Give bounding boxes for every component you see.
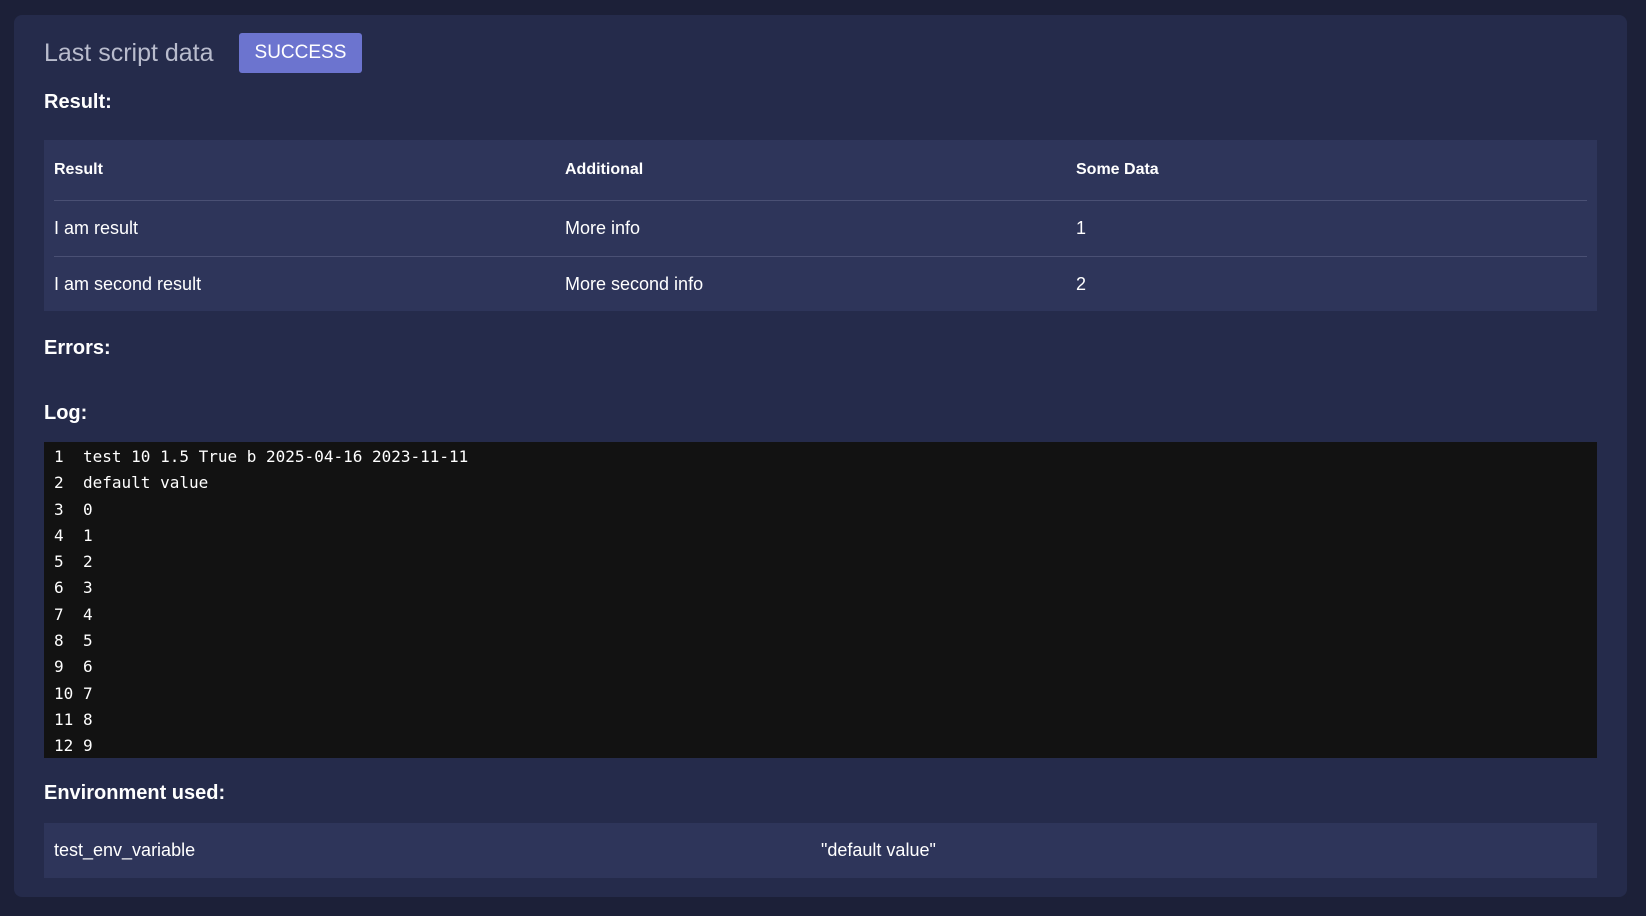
line-number: 10 [54,683,74,703]
line-number: 8 [54,631,64,651]
log-line: 30 [54,497,1587,523]
env-variable-value: "default value" [821,840,936,860]
line-number: 11 [54,709,74,729]
log-text: 6 [83,657,93,677]
log-line: 96 [54,654,1587,680]
log-text: 2 [83,552,93,572]
table-cell: More info [565,218,641,238]
script-data-card: Last script data SUCCESS Result: Result … [14,15,1627,897]
log-line: 10 7 [54,681,1587,707]
environment-table: test_env_variable "default value" [44,823,1597,878]
log-text: default value [83,473,209,493]
result-section-title: Result: [44,91,112,113]
log-line: 85 [54,628,1587,654]
table-cell: I am second result [54,274,202,294]
log-output: 1 test 10 1.5 True b 2025-04-16 2023-11-1… [44,442,1597,758]
column-header-some-data: Some Data [1076,161,1159,178]
log-line: 11 8 [54,707,1587,733]
log-text: 4 [83,604,93,624]
line-number: 2 [54,473,64,493]
result-table: Result Additional Some Data I am result … [44,140,1597,311]
line-number: 7 [54,604,64,624]
log-line: 74 [54,602,1587,628]
line-number: 9 [54,657,64,677]
log-text: 1 [83,525,93,545]
table-row: I am second result More second info 2 [54,257,1587,312]
table-header-row: Result Additional Some Data [54,140,1587,201]
log-text: 0 [83,499,93,519]
card-header: Last script data SUCCESS [44,33,1597,73]
table-row: I am result More info 1 [54,201,1587,257]
page-title: Last script data [44,38,214,67]
log-text: 7 [83,683,93,703]
log-text: 3 [83,578,93,598]
log-section-title: Log: [44,402,88,424]
line-number: 1 [54,447,64,466]
column-header-result: Result [54,161,103,178]
line-number: 5 [54,552,64,572]
log-text: 5 [83,631,93,651]
table-cell: More second info [565,274,704,294]
log-line: 52 [54,549,1587,575]
env-variable-name: test_env_variable [54,840,196,860]
line-number: 12 [54,736,74,756]
table-cell: 2 [1076,274,1087,294]
errors-section-title: Errors: [44,337,111,359]
log-line: 12 9 [54,733,1587,759]
log-text: test 10 1.5 True b 2025-04-16 2023-11-11 [83,447,469,466]
log-line: 63 [54,575,1587,601]
log-line: 2 default value [54,470,1587,496]
log-text: 9 [83,736,93,756]
log-line: 1 test 10 1.5 True b 2025-04-16 2023-11-1… [54,444,1587,470]
log-line: 41 [54,523,1587,549]
table-cell: I am result [54,218,139,238]
line-number: 6 [54,578,64,598]
line-number: 4 [54,525,64,545]
environment-section-title: Environment used: [44,782,226,804]
table-cell: 1 [1076,218,1087,238]
column-header-additional: Additional [565,161,644,178]
line-number: 3 [54,499,64,519]
status-badge: SUCCESS [238,33,363,73]
log-text: 8 [83,709,93,729]
